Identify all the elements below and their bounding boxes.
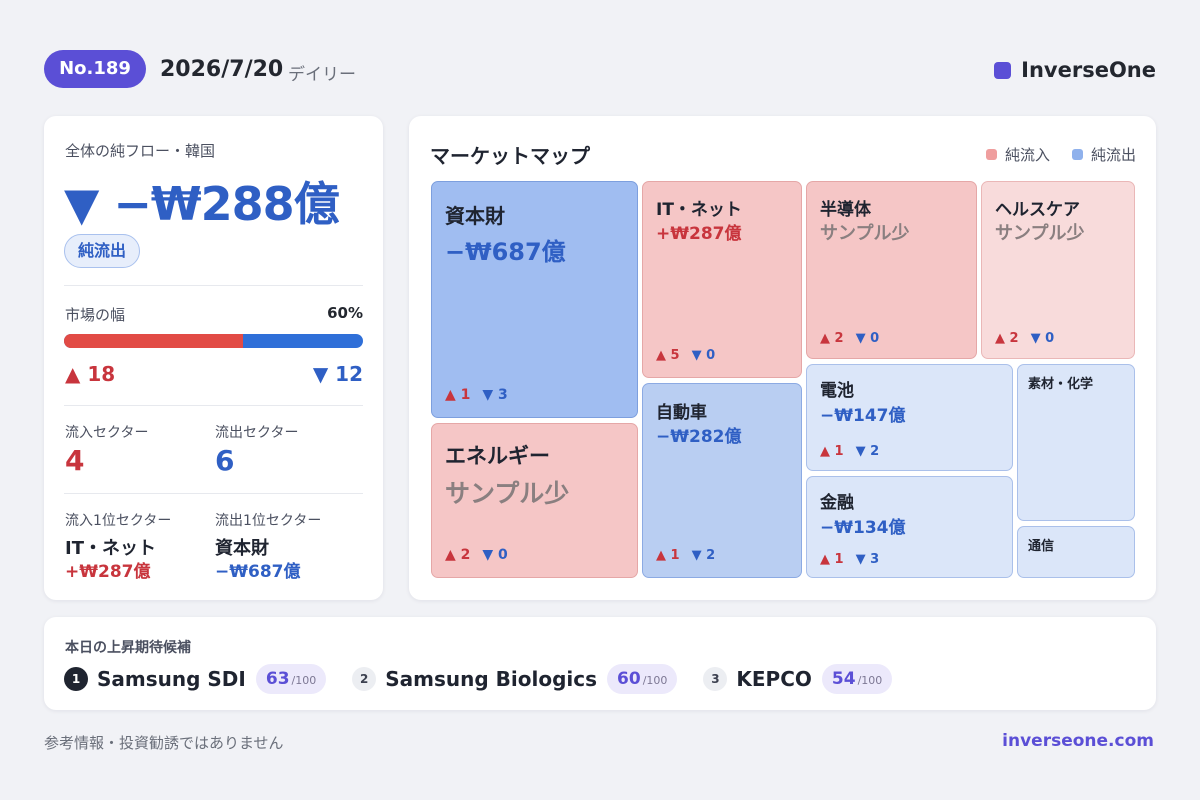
brand-logo-icon [994, 61, 1012, 79]
sector-tile-autos[interactable]: 自動車 −₩282億 ▲ 1 ▼ 2 [642, 383, 802, 578]
candidates-list: 1 Samsung SDI 63/100 2 Samsung Biologics… [64, 664, 918, 694]
sector-name: 金融 [820, 493, 854, 513]
flow-direction-badge: 純流出 [64, 234, 141, 268]
sector-tile-capital-goods[interactable]: 資本財 −₩687億 ▲ 1 ▼ 3 [431, 181, 638, 418]
sector-name: 資本財 [445, 204, 505, 228]
candidate-score: 60/100 [607, 664, 678, 694]
header: No.189 2026/7/20 デイリー InverseOne [44, 50, 1156, 90]
legend-inflow-label: 純流入 [1004, 146, 1050, 164]
sector-tile-healthcare[interactable]: ヘルスケア サンプル少 ▲ 2 ▼ 0 [981, 181, 1135, 359]
outflow-sectors-label: 流出セクター [215, 425, 299, 441]
divider [64, 493, 363, 494]
market-map-title: マーケットマップ [430, 144, 590, 168]
breadth-label: 市場の幅 [65, 306, 126, 324]
rank-badge: 1 [64, 667, 88, 691]
top-outflow-label: 流出1位セクター [215, 513, 322, 529]
legend-outflow-label: 純流出 [1090, 146, 1136, 164]
candidate-score: 63/100 [255, 664, 327, 694]
sector-amount: −₩282億 [656, 427, 742, 447]
inflow-sectors-label: 流入セクター [65, 425, 149, 441]
brand: InverseOne [994, 58, 1156, 82]
report-date: 2026/7/20 [160, 57, 284, 82]
candidate-score: 54/100 [821, 664, 893, 694]
breadth-bar [64, 334, 363, 348]
candidate-item[interactable]: 1 Samsung SDI 63/100 [64, 664, 327, 694]
breadth-percent: 60% [327, 304, 363, 322]
net-flow-label: 全体の純フロー・韓国 [65, 142, 216, 160]
legend-outflow-swatch [1071, 149, 1083, 160]
report-frequency: デイリー [288, 65, 356, 85]
disclaimer: 参考情報・投資勧誘ではありません [44, 734, 284, 752]
breadth-bar-advancers [64, 334, 244, 348]
sector-name: 半導体 [820, 200, 871, 220]
sector-amount: −₩147億 [820, 406, 906, 426]
candidate-name: Samsung Biologics [385, 667, 598, 691]
sector-name: 素材・化学 [1028, 377, 1094, 392]
sector-name: IT・ネット [656, 200, 742, 220]
candidate-item[interactable]: 3 KEPCO 54/100 [703, 664, 893, 694]
sector-counts: ▲ 5 ▼ 0 [656, 348, 716, 363]
sector-name: エネルギー [445, 444, 550, 468]
sector-counts: ▲ 2 ▼ 0 [445, 547, 508, 563]
sector-tile-it-net[interactable]: IT・ネット +₩287億 ▲ 5 ▼ 0 [642, 181, 802, 378]
net-flow-summary-card: 全体の純フロー・韓国 ▼ −₩288億 純流出 市場の幅 60% ▲ 18 ▼ … [44, 116, 383, 600]
issue-badge: No.189 [44, 50, 146, 88]
sector-counts: ▲ 1 ▼ 2 [656, 548, 716, 563]
market-map-card: マーケットマップ 純流入 純流出 資本財 −₩687億 ▲ 1 ▼ 3 エネルギー… [409, 116, 1156, 600]
top-inflow-label: 流入1位セクター [65, 513, 172, 529]
sector-name: ヘルスケア [995, 200, 1080, 220]
sector-amount: −₩134億 [820, 518, 906, 538]
sector-name: 通信 [1028, 539, 1055, 554]
rank-badge: 3 [703, 667, 728, 691]
top-outflow-amount: −₩687億 [215, 562, 301, 582]
divider [64, 405, 363, 406]
sector-amount: −₩687億 [445, 238, 566, 266]
sector-tile-financials[interactable]: 金融 −₩134億 ▲ 1 ▼ 3 [806, 476, 1013, 578]
sector-name: 自動車 [656, 403, 707, 423]
sector-tile-materials[interactable]: 素材・化学 [1017, 364, 1135, 521]
rank-badge: 2 [352, 667, 377, 691]
sector-tile-batteries[interactable]: 電池 −₩147億 ▲ 1 ▼ 2 [806, 364, 1013, 471]
sector-tile-energy[interactable]: エネルギー サンプル少 ▲ 2 ▼ 0 [431, 423, 638, 578]
candidates-card: 本日の上昇期待候補 1 Samsung SDI 63/100 2 Samsung… [44, 617, 1156, 710]
candidate-name: KEPCO [736, 667, 812, 691]
sector-amount: サンプル少 [995, 223, 1085, 244]
brand-name: InverseOne [1021, 58, 1156, 82]
sector-counts: ▲ 2 ▼ 0 [995, 331, 1055, 346]
top-inflow-amount: +₩287億 [65, 562, 151, 582]
sector-amount: サンプル少 [445, 479, 570, 508]
sector-amount: +₩287億 [656, 224, 742, 244]
net-flow-total: ▼ −₩288億 [64, 177, 340, 231]
candidate-name: Samsung SDI [97, 667, 246, 691]
decliners-count: ▼ 12 [312, 362, 363, 386]
advancers-count: ▲ 18 [65, 362, 116, 386]
sector-tile-semiconductors[interactable]: 半導体 サンプル少 ▲ 2 ▼ 0 [806, 181, 977, 359]
sector-amount: サンプル少 [820, 223, 910, 244]
sector-counts: ▲ 2 ▼ 0 [820, 331, 880, 346]
sector-counts: ▲ 1 ▼ 2 [820, 444, 880, 459]
sector-counts: ▲ 1 ▼ 3 [820, 552, 880, 567]
sector-name: 電池 [820, 381, 854, 401]
candidate-item[interactable]: 2 Samsung Biologics 60/100 [352, 664, 678, 694]
legend-inflow-swatch [985, 149, 997, 160]
website-link[interactable]: inverseone.com [1002, 731, 1154, 751]
market-map-legend: 純流入 純流出 [985, 144, 1136, 165]
sector-counts: ▲ 1 ▼ 3 [445, 387, 508, 403]
sector-tile-telecom[interactable]: 通信 [1017, 526, 1135, 578]
candidates-title: 本日の上昇期待候補 [65, 640, 191, 656]
outflow-sectors-count: 6 [215, 444, 235, 477]
divider [64, 285, 363, 286]
inflow-sectors-count: 4 [65, 444, 85, 477]
